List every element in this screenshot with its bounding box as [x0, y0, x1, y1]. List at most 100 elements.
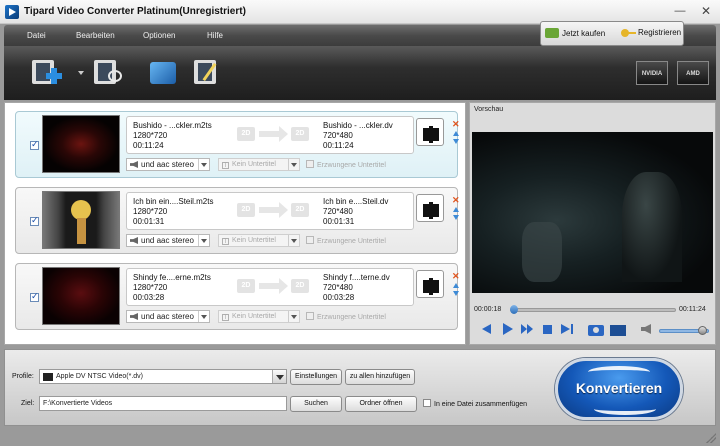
3d-button[interactable] [148, 58, 178, 86]
scissors-icon [108, 70, 122, 82]
subtitle-select[interactable]: T Kein Untertitel [218, 234, 300, 247]
browse-button[interactable]: Suchen [290, 396, 342, 412]
add-video-button[interactable] [32, 58, 62, 86]
play-icon[interactable] [499, 321, 515, 337]
snapshot-camera-icon[interactable] [587, 321, 605, 337]
apply-to-all-button[interactable]: zu allen hinzufügen [345, 369, 415, 385]
subtitle-icon: T [222, 162, 229, 169]
volume-handle[interactable] [697, 326, 707, 335]
rewind-icon[interactable] [479, 321, 495, 337]
profile-label: Profile: [12, 373, 34, 380]
output-format-icon[interactable] [416, 118, 444, 146]
file-checkbox[interactable] [30, 291, 39, 302]
arrow-right-icon [259, 202, 288, 218]
move-down-icon[interactable] [453, 139, 459, 144]
source-duration: 00:03:28 [133, 293, 165, 302]
file-info: Bushido - ...ckler.m2ts 1280*720 00:11:2… [126, 116, 414, 154]
file-checkbox[interactable] [30, 215, 39, 226]
edit-clip-button[interactable] [94, 58, 124, 86]
source-filename: Ich bin ein....Steil.m2ts [133, 197, 214, 206]
open-folder-button[interactable]: Ordner öffnen [345, 396, 417, 412]
plus-icon [46, 68, 62, 84]
minimize-button[interactable]: — [671, 3, 689, 19]
output-filename: Shindy f....terne.dv [323, 273, 390, 282]
audio-track-select[interactable]: und aac stereo [126, 234, 210, 247]
output-filename: Bushido - ...ckler.dv [323, 121, 393, 130]
audio-track-select[interactable]: und aac stereo [126, 310, 210, 323]
file-row[interactable]: Bushido - ...ckler.m2ts 1280*720 00:11:2… [15, 111, 460, 178]
move-down-icon[interactable] [453, 215, 459, 220]
forced-subtitle-checkbox[interactable] [306, 236, 314, 244]
seek-handle[interactable] [510, 305, 519, 314]
output-info: Shindy f....terne.dv 720*480 00:03:28 [323, 273, 390, 303]
remove-icon[interactable]: ✕ [452, 271, 460, 282]
key-icon [621, 28, 636, 37]
output-format-icon[interactable] [416, 194, 444, 222]
subtitle-value: Kein Untertitel [232, 313, 276, 320]
forced-subtitle-option[interactable]: Erzwungene Untertitel [306, 312, 386, 321]
source-resolution: 1280*720 [133, 207, 168, 216]
chevron-down-icon [198, 159, 209, 170]
file-row[interactable]: Shindy fe....erne.m2ts 1280*720 00:03:28… [15, 263, 460, 330]
cart-icon [545, 28, 559, 38]
output-duration: 00:01:31 [323, 217, 355, 226]
chevron-down-icon[interactable] [272, 370, 286, 383]
destination-input[interactable]: F:\Konvertierte Videos [39, 396, 287, 411]
stop-icon[interactable] [539, 321, 555, 337]
close-button[interactable]: ✕ [697, 3, 715, 19]
register-button[interactable]: Registrieren [621, 28, 681, 37]
subtitle-select[interactable]: T Kein Untertitel [218, 310, 300, 323]
output-resolution: 720*480 [323, 207, 353, 216]
add-dropdown-arrow-icon[interactable] [78, 71, 84, 75]
video-thumbnail [42, 191, 120, 249]
volume-icon[interactable] [639, 321, 655, 337]
menu-optionen[interactable]: Optionen [143, 31, 175, 40]
effect-button[interactable] [194, 58, 224, 86]
2d-to-icon: 2D [291, 279, 309, 293]
seek-bar[interactable] [510, 308, 676, 312]
settings-button[interactable]: Einstellungen [290, 369, 342, 385]
3d-icon [150, 62, 176, 84]
conversion-arrow: 2D 2D [233, 201, 313, 219]
source-info: Shindy fe....erne.m2ts 1280*720 00:03:28 [133, 273, 211, 303]
resize-grip-icon[interactable] [706, 433, 716, 443]
chevron-down-icon [288, 311, 299, 322]
move-up-icon[interactable] [453, 131, 459, 136]
merge-checkbox[interactable] [423, 399, 431, 407]
menu-datei[interactable]: Datei [27, 31, 46, 40]
menu-hilfe[interactable]: Hilfe [207, 31, 223, 40]
fast-forward-icon[interactable] [519, 321, 535, 337]
menu-bearbeiten[interactable]: Bearbeiten [76, 31, 115, 40]
speaker-icon [130, 161, 138, 168]
buy-now-button[interactable]: Jetzt kaufen [545, 28, 605, 38]
register-label: Registrieren [638, 28, 682, 37]
move-down-icon[interactable] [453, 291, 459, 296]
subtitle-select[interactable]: T Kein Untertitel [218, 158, 300, 171]
move-up-icon[interactable] [453, 283, 459, 288]
2d-to-icon: 2D [291, 127, 309, 141]
source-filename: Bushido - ...ckler.m2ts [133, 121, 212, 130]
subtitle-value: Kein Untertitel [232, 161, 276, 168]
snapshot-folder-icon[interactable] [609, 321, 627, 337]
next-frame-icon[interactable] [559, 321, 575, 337]
file-row[interactable]: Ich bin ein....Steil.m2ts 1280*720 00:01… [15, 187, 460, 254]
video-thumbnail [42, 267, 120, 325]
2d-from-icon: 2D [237, 279, 255, 293]
forced-subtitle-option[interactable]: Erzwungene Untertitel [306, 236, 386, 245]
merge-option[interactable]: In eine Datei zusammenfügen [423, 399, 527, 408]
forced-subtitle-checkbox[interactable] [306, 312, 314, 320]
file-checkbox[interactable] [30, 139, 39, 150]
convert-button[interactable]: Konvertieren [555, 358, 683, 420]
forced-subtitle-checkbox[interactable] [306, 160, 314, 168]
audio-track-value: und aac stereo [141, 312, 194, 321]
output-format-icon[interactable] [416, 270, 444, 298]
remove-icon[interactable]: ✕ [452, 195, 460, 206]
forced-subtitle-option[interactable]: Erzwungene Untertitel [306, 160, 386, 169]
audio-track-select[interactable]: und aac stereo [126, 158, 210, 171]
profile-select[interactable]: Apple DV NTSC Video(*.dv) [39, 369, 287, 384]
preview-video[interactable] [472, 132, 713, 293]
move-up-icon[interactable] [453, 207, 459, 212]
remove-icon[interactable]: ✕ [452, 119, 460, 130]
subtitle-icon: T [222, 238, 229, 245]
player-controls [473, 319, 713, 341]
